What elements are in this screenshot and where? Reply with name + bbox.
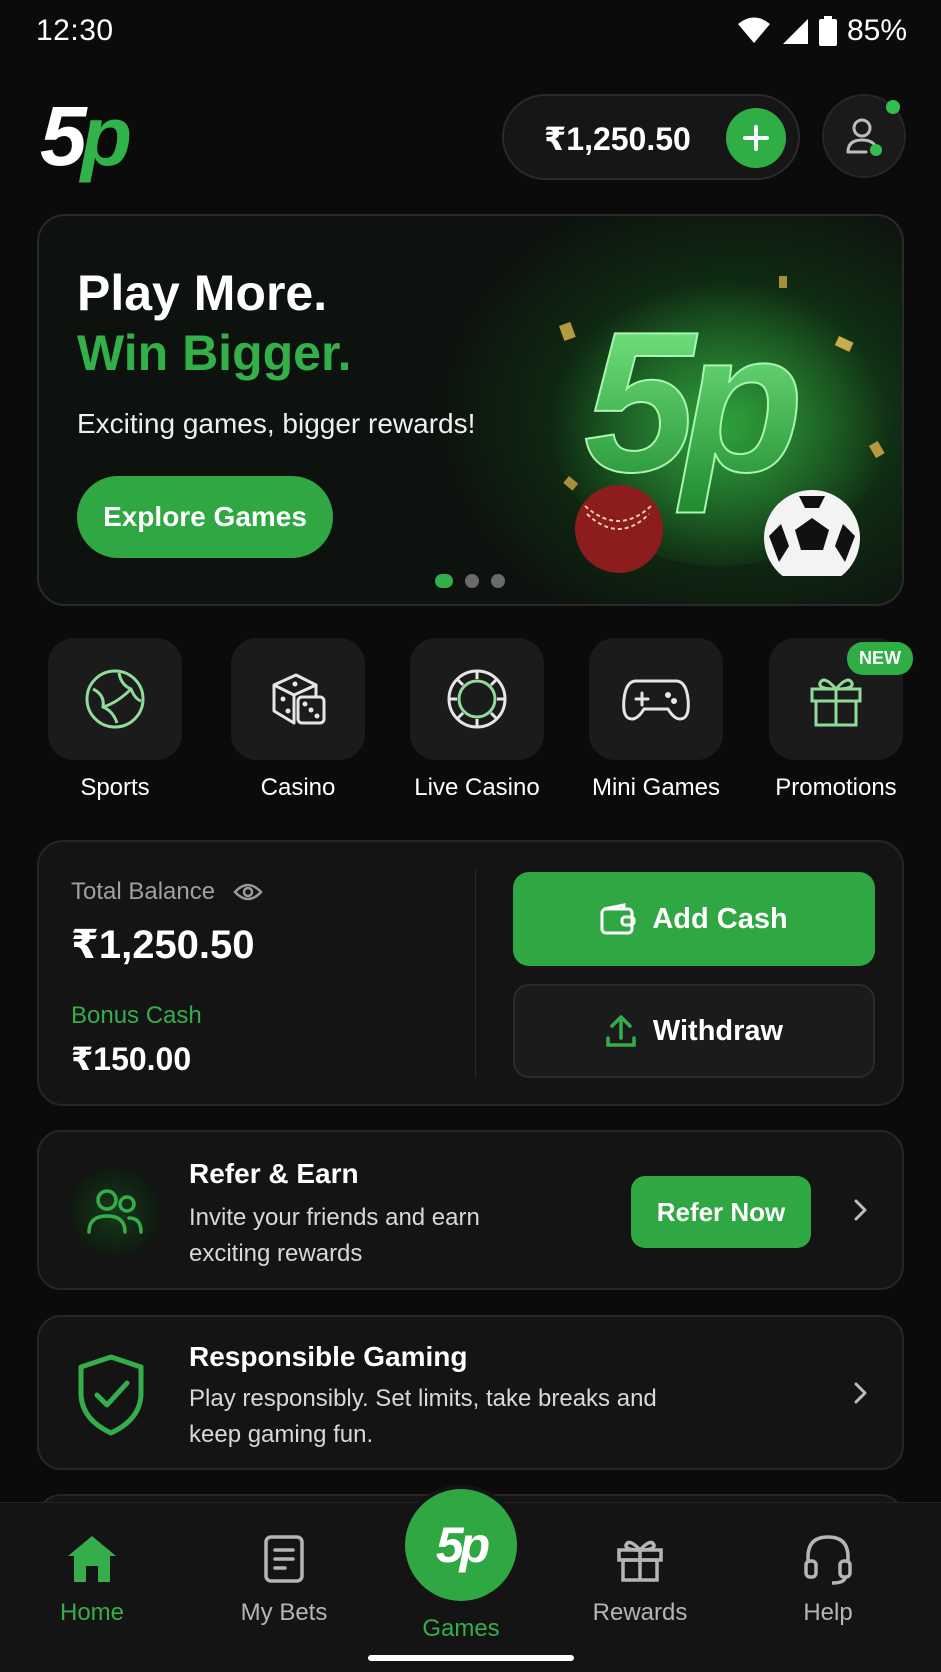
promo-banner[interactable]: Play More. Win Bigger. Exciting games, b… xyxy=(37,214,904,606)
refer-earn-card[interactable]: Refer & Earn Invite your friends and ear… xyxy=(37,1130,904,1290)
add-cash-label: Add Cash xyxy=(652,902,788,935)
nav-games-label[interactable]: Games xyxy=(391,1615,531,1643)
category-promotions[interactable]: NEW Promotions xyxy=(768,638,913,802)
category-mini-games[interactable]: Mini Games xyxy=(588,638,724,802)
category-live-casino-tile[interactable] xyxy=(410,638,544,760)
poker-chip-icon xyxy=(447,669,507,729)
banner-title-line1: Play More. xyxy=(77,265,328,321)
explore-games-button[interactable]: Explore Games xyxy=(77,476,333,558)
bottom-navigation: Home My Bets 5p Games Rewards Help xyxy=(0,1489,941,1672)
withdraw-label: Withdraw xyxy=(652,1014,784,1047)
upload-icon xyxy=(606,1015,636,1047)
category-mini-games-label: Mini Games xyxy=(591,774,721,801)
gamepad-icon xyxy=(622,679,690,721)
app-logo[interactable]: 5p xyxy=(40,94,132,178)
notification-dot xyxy=(886,100,900,114)
logo-p: p xyxy=(80,89,132,183)
battery-icon xyxy=(818,16,837,46)
status-bar: 12:30 85% xyxy=(0,0,941,64)
responsible-gaming-card[interactable]: Responsible Gaming Play responsibly. Set… xyxy=(37,1315,904,1470)
dice-icon xyxy=(272,673,326,725)
home-indicator[interactable] xyxy=(368,1655,574,1661)
wallet-icon xyxy=(600,903,636,935)
nav-games-button[interactable]: 5p xyxy=(405,1489,517,1601)
logo-five: 5 xyxy=(40,89,87,183)
total-balance-amount: ₹1,250.50 xyxy=(71,923,255,967)
nav-help[interactable]: Help xyxy=(758,1529,898,1627)
headset-icon xyxy=(804,1535,852,1585)
category-promotions-label: Promotions xyxy=(775,774,897,801)
category-row: Sports Casino Live Casino Mini Games NEW… xyxy=(0,638,941,808)
refer-title: Refer & Earn xyxy=(189,1158,359,1189)
nav-rewards[interactable]: Rewards xyxy=(570,1529,710,1627)
nav-home[interactable]: Home xyxy=(22,1529,162,1627)
home-icon xyxy=(68,1536,116,1582)
banner-art-logo: 5p xyxy=(584,291,797,514)
bet-slip-icon xyxy=(264,1535,304,1583)
status-time: 12:30 xyxy=(36,14,114,47)
user-icon xyxy=(846,118,882,156)
profile-button[interactable] xyxy=(822,94,906,178)
bonus-cash-label: Bonus Cash xyxy=(71,1002,202,1029)
games-logo: 5p xyxy=(435,1517,490,1573)
shield-check-icon xyxy=(78,1354,144,1436)
category-promotions-tile[interactable]: NEW xyxy=(769,638,913,760)
wallet-balance: ₹1,250.50 xyxy=(544,121,691,157)
users-icon xyxy=(87,1189,143,1234)
add-funds-button[interactable] xyxy=(726,108,786,168)
banner-title-line2: Win Bigger. xyxy=(77,325,352,381)
carousel-dot-1[interactable] xyxy=(435,574,453,588)
chevron-right-icon[interactable] xyxy=(848,1198,872,1222)
category-mini-games-tile[interactable] xyxy=(589,638,723,760)
wallet-balance-pill[interactable]: ₹1,250.50 xyxy=(502,94,800,180)
category-sports-tile[interactable] xyxy=(48,638,182,760)
responsible-gaming-title: Responsible Gaming xyxy=(189,1341,468,1372)
eye-icon[interactable] xyxy=(233,882,263,902)
cricket-ball-icon xyxy=(575,485,663,573)
nav-help-label: Help xyxy=(803,1599,853,1626)
chevron-right-icon[interactable] xyxy=(848,1381,872,1405)
carousel-dot-3[interactable] xyxy=(491,574,505,588)
nav-my-bets-label: My Bets xyxy=(240,1599,328,1626)
gift-icon xyxy=(617,1540,663,1582)
banner-subtitle: Exciting games, bigger rewards! xyxy=(77,408,476,439)
cellular-signal-icon xyxy=(782,19,808,44)
new-badge: NEW xyxy=(847,642,913,675)
category-casino[interactable]: Casino xyxy=(230,638,366,802)
carousel-dot-2[interactable] xyxy=(465,574,479,588)
category-live-casino-label: Live Casino xyxy=(414,774,540,801)
nav-my-bets[interactable]: My Bets xyxy=(214,1529,354,1627)
category-casino-tile[interactable] xyxy=(231,638,365,760)
app-header: 5p ₹1,250.50 xyxy=(0,92,941,182)
refer-description: Invite your friends and earn exciting re… xyxy=(189,1204,480,1267)
category-sports[interactable]: Sports xyxy=(47,638,183,802)
globe-ball-icon xyxy=(85,669,145,729)
refer-now-button[interactable]: Refer Now xyxy=(631,1176,811,1248)
category-live-casino[interactable]: Live Casino xyxy=(409,638,545,802)
category-casino-label: Casino xyxy=(260,774,336,801)
total-balance-label: Total Balance xyxy=(71,878,216,905)
banner-artwork: 5p xyxy=(549,266,889,576)
responsible-gaming-description: Play responsibly. Set limits, take break… xyxy=(189,1385,657,1448)
add-cash-button[interactable]: Add Cash xyxy=(513,872,875,966)
refer-icon-wrap xyxy=(69,1166,161,1258)
plus-icon xyxy=(743,125,769,151)
category-sports-label: Sports xyxy=(80,774,150,801)
bonus-cash-amount: ₹150.00 xyxy=(71,1041,192,1077)
withdraw-button[interactable]: Withdraw xyxy=(513,984,875,1078)
total-balance-label-row: Total Balance xyxy=(71,878,263,906)
carousel-indicator[interactable] xyxy=(435,574,505,588)
status-indicators: 85% xyxy=(737,14,907,48)
balance-card: Total Balance ₹1,250.50 Bonus Cash ₹150.… xyxy=(37,840,904,1106)
gift-icon xyxy=(810,678,862,727)
battery-percent: 85% xyxy=(846,14,907,47)
nav-rewards-label: Rewards xyxy=(592,1599,688,1626)
divider xyxy=(475,870,476,1078)
wifi-icon xyxy=(737,17,770,43)
nav-home-label: Home xyxy=(59,1599,125,1626)
